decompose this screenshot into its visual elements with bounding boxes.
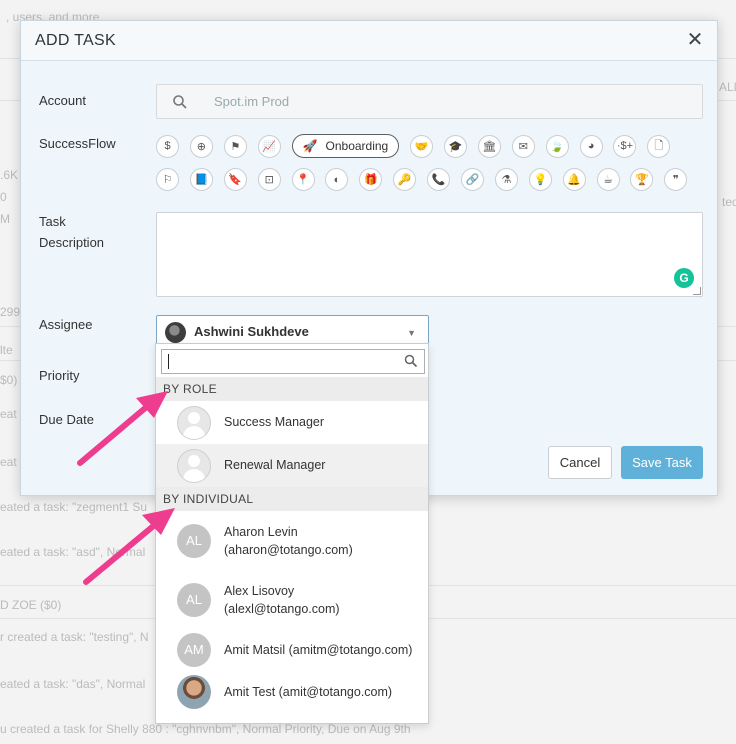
- lightbulb-icon[interactable]: 💡: [528, 168, 552, 191]
- resize-handle[interactable]: [693, 287, 701, 295]
- lifebuoy-icon[interactable]: ⊕: [189, 134, 213, 158]
- avatar: [165, 322, 186, 343]
- rocket-icon: 🚀: [302, 139, 318, 153]
- search-icon: [404, 354, 418, 368]
- default-avatar-icon: [177, 449, 211, 483]
- quote-icon[interactable]: ❞: [664, 168, 688, 191]
- initials-avatar: AL: [177, 524, 211, 558]
- modal-title: ADD TASK: [35, 32, 116, 49]
- pie-chart-icon[interactable]: ◕: [579, 134, 603, 158]
- background-text: ALL: [719, 80, 736, 94]
- task-description-input[interactable]: G: [156, 212, 703, 297]
- background-text: eated a task: "zegment1 Su: [0, 500, 148, 514]
- coffee-icon[interactable]: ☕: [596, 168, 620, 191]
- successflow-label: SuccessFlow: [39, 136, 116, 151]
- dollar-plus-icon[interactable]: ·$+: [613, 134, 637, 158]
- background-text: D ZOE ($0): [0, 598, 62, 612]
- background-text: lte: [0, 343, 13, 357]
- initials-avatar: AM: [177, 633, 211, 667]
- cancel-button[interactable]: Cancel: [548, 446, 612, 479]
- screenshot-icon[interactable]: ⊡: [257, 168, 281, 191]
- background-text: 0: [0, 190, 7, 204]
- chart-line-icon[interactable]: 📈: [257, 134, 281, 158]
- trophy-icon[interactable]: 🏆: [630, 168, 654, 191]
- phone-icon[interactable]: 📞: [427, 168, 451, 191]
- bookmark-icon[interactable]: 🔖: [223, 168, 247, 191]
- background-text: ted: [722, 195, 736, 209]
- background-text: .6K: [0, 168, 19, 182]
- option-aharon-levin[interactable]: AL Aharon Levin (aharon@totango.com): [156, 511, 428, 570]
- option-amit-matsil[interactable]: AM Amit Matsil (amitm@totango.com): [156, 629, 428, 671]
- bell-icon[interactable]: 🔔: [562, 168, 586, 191]
- background-text: eated a task: "asd", Normal: [0, 545, 146, 559]
- group-header-by-role: BY ROLE: [156, 377, 428, 401]
- background-text: eat: [0, 407, 17, 421]
- graduation-cap-icon[interactable]: 🎓: [444, 134, 468, 158]
- initials-avatar: AL: [177, 583, 211, 617]
- text-cursor: [168, 354, 169, 369]
- task-label: Task: [39, 214, 66, 229]
- option-label: Alex Lisovoy: [224, 584, 295, 598]
- option-success-manager[interactable]: Success Manager: [156, 401, 428, 444]
- background-text: eat: [0, 455, 17, 469]
- leaf-icon[interactable]: 🍃: [545, 134, 569, 158]
- account-value: Spot.im Prod: [214, 94, 290, 109]
- successflow-selected-label: Onboarding: [325, 139, 389, 153]
- assignee-label: Assignee: [39, 317, 93, 332]
- save-task-button[interactable]: Save Task: [621, 446, 703, 479]
- modal-header: ADD TASK ✕: [21, 21, 717, 61]
- flag-solid-icon[interactable]: ⚐: [156, 168, 179, 191]
- grammarly-icon[interactable]: G: [674, 268, 694, 288]
- account-field[interactable]: Spot.im Prod: [156, 84, 703, 119]
- background-text: $0): [0, 373, 18, 387]
- option-label: Amit Test (amit@totango.com): [224, 685, 393, 699]
- option-label: Aharon Levin: [224, 525, 298, 539]
- description-label: Description: [39, 235, 105, 250]
- bank-icon[interactable]: 🏛: [477, 134, 501, 158]
- dollar-icon[interactable]: $: [156, 134, 179, 158]
- close-button[interactable]: ✕: [685, 29, 705, 51]
- account-label: Account: [39, 93, 86, 108]
- due-date-label: Due Date: [39, 412, 94, 427]
- option-amit-test[interactable]: Amit Test (amit@totango.com): [156, 671, 428, 713]
- successflow-icons-row-1: $ ⊕ ⚑ 📈 🚀 Onboarding 🤝 🎓 🏛 ✉ 🍃 ◕ ·$+ 🗋: [156, 134, 681, 158]
- avatar: [177, 675, 211, 709]
- key-icon[interactable]: 🔑: [393, 168, 417, 191]
- option-email: (aharon@totango.com): [224, 543, 353, 557]
- group-header-by-individual: BY INDIVIDUAL: [156, 487, 428, 511]
- assignee-value: Ashwini Sukhdeve: [194, 324, 309, 339]
- option-email: (alexl@totango.com): [224, 602, 340, 616]
- book-icon[interactable]: 📘: [189, 168, 213, 191]
- file-icon[interactable]: 🗋: [647, 134, 671, 158]
- option-alex-lisovoy[interactable]: AL Alex Lisovoy (alexl@totango.com): [156, 570, 428, 629]
- adjust-icon[interactable]: ◐: [325, 168, 349, 191]
- flask-icon[interactable]: ⚗: [494, 168, 518, 191]
- gift-icon[interactable]: 🎁: [359, 168, 383, 191]
- background-text: eated a task: "das", Normal: [0, 677, 146, 691]
- link-icon[interactable]: 🔗: [461, 168, 485, 191]
- assignee-dropdown: BY ROLE Success Manager Renewal Manager …: [155, 343, 429, 724]
- option-label: Success Manager: [224, 415, 325, 429]
- flag-icon[interactable]: ⚑: [223, 134, 247, 158]
- successflow-icons-row-2: ⚐ 📘 🔖 ⊡ 📍 ◐ 🎁 🔑 📞 🔗 ⚗ 💡 🔔 ☕ 🏆 ❞: [156, 168, 698, 191]
- search-icon: [173, 95, 187, 109]
- background-text: M: [0, 212, 10, 226]
- background-text: r created a task: "testing", N: [0, 630, 149, 644]
- background-text: u created a task for Shelly 880 : "cghnv…: [0, 722, 411, 736]
- assignee-search-input[interactable]: [161, 349, 425, 374]
- default-avatar-icon: [177, 406, 211, 440]
- map-marker-icon[interactable]: 📍: [291, 168, 315, 191]
- priority-label: Priority: [39, 368, 80, 383]
- chevron-down-icon: ▼: [407, 328, 416, 338]
- option-label: Renewal Manager: [224, 458, 326, 472]
- option-label: Amit Matsil (amitm@totango.com): [224, 643, 413, 657]
- handshake-icon[interactable]: 🤝: [410, 134, 434, 158]
- envelope-icon[interactable]: ✉: [511, 134, 535, 158]
- background-text: 299: [0, 305, 21, 319]
- option-renewal-manager[interactable]: Renewal Manager: [156, 444, 428, 487]
- successflow-onboarding-pill[interactable]: 🚀 Onboarding: [291, 134, 400, 158]
